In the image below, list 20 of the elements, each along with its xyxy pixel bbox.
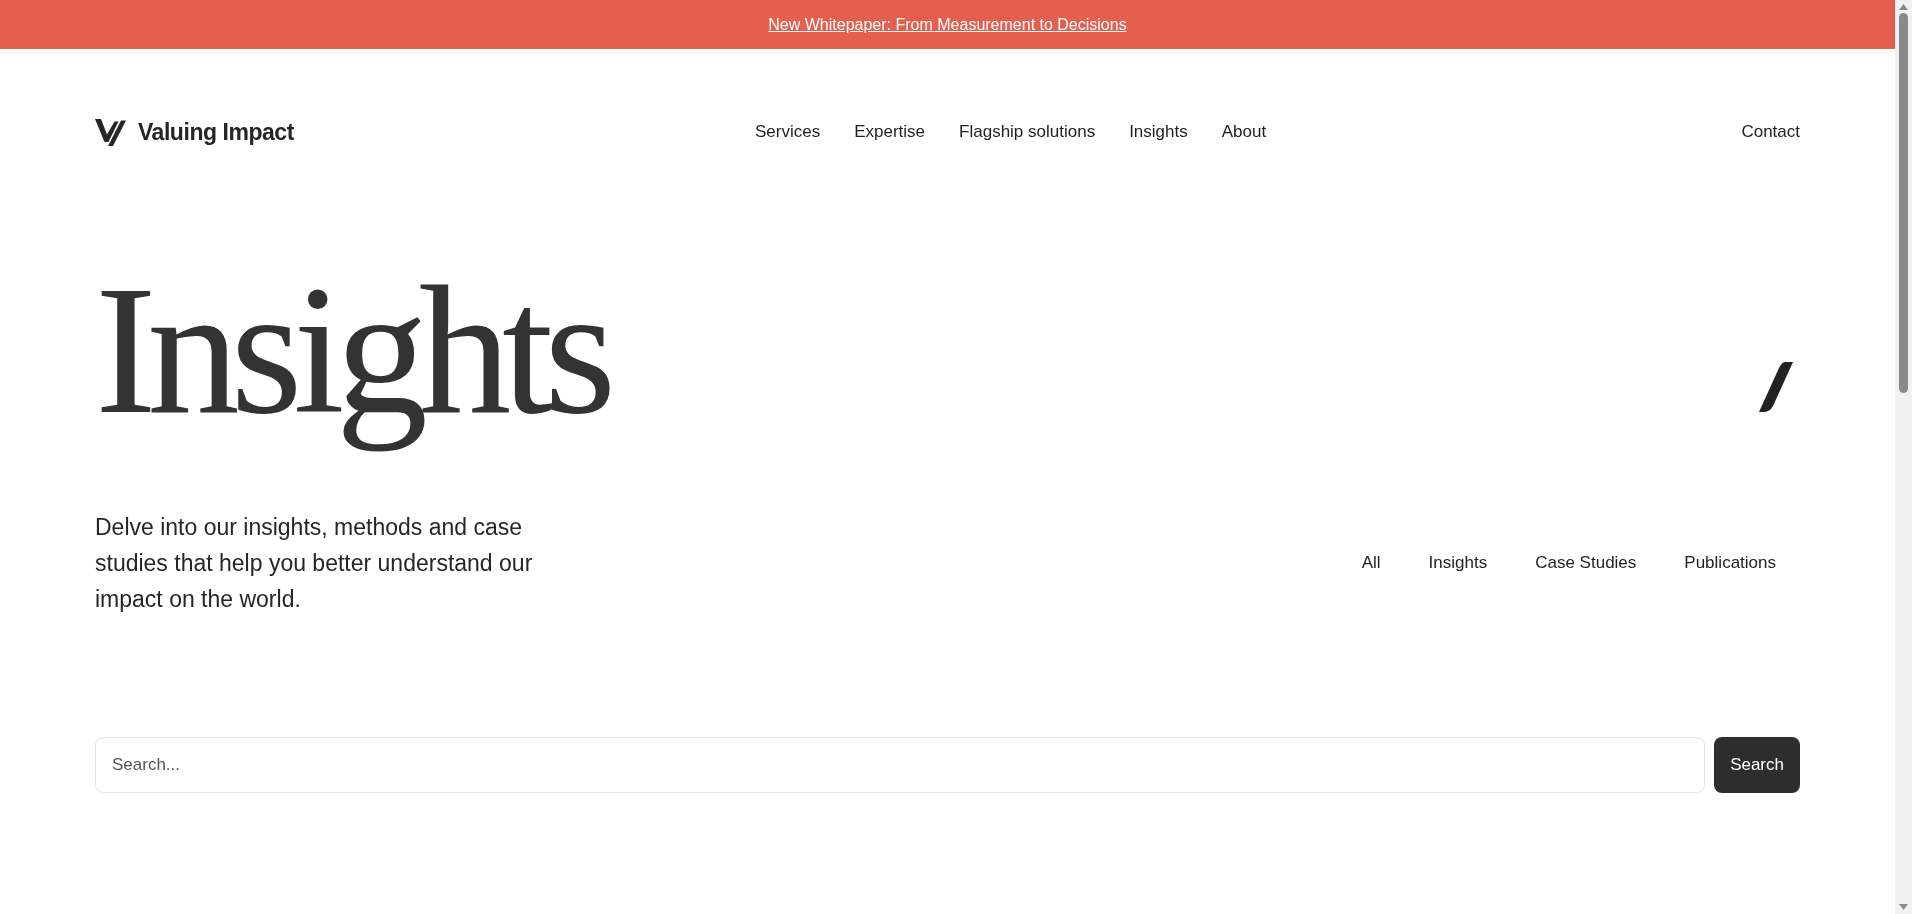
nav-link[interactable]: Insights xyxy=(1129,119,1188,145)
nav-link[interactable]: About xyxy=(1221,119,1267,145)
slash-icon xyxy=(1759,362,1793,412)
filter-tab[interactable]: Insights xyxy=(1404,541,1512,584)
filter-tab[interactable]: Case Studies xyxy=(1511,541,1661,584)
intro-paragraph: Delve into our insights, methods and case studies that help you better understand our impact on the world. xyxy=(95,512,534,614)
search-field[interactable]: Search... xyxy=(95,736,1706,793)
scroll-down-arrow-icon[interactable] xyxy=(1899,904,1908,910)
contact-link[interactable]: Contact xyxy=(1741,119,1800,145)
nav-link[interactable]: Flagship solutions xyxy=(959,119,1096,145)
filter-tab[interactable]: Publications xyxy=(1660,541,1800,584)
logo-text: Valuing Impact xyxy=(138,117,294,147)
nav-link[interactable]: Expertise xyxy=(854,119,926,145)
nav-link[interactable]: Services xyxy=(755,119,821,145)
scrollbar-thumb[interactable] xyxy=(1899,13,1908,393)
search-button[interactable]: Search xyxy=(1714,736,1800,793)
logo-icon xyxy=(95,118,126,146)
filter-tab[interactable]: All xyxy=(1337,541,1405,584)
scroll-up-arrow-icon[interactable] xyxy=(1899,4,1908,10)
page-title: Insights xyxy=(95,246,609,454)
